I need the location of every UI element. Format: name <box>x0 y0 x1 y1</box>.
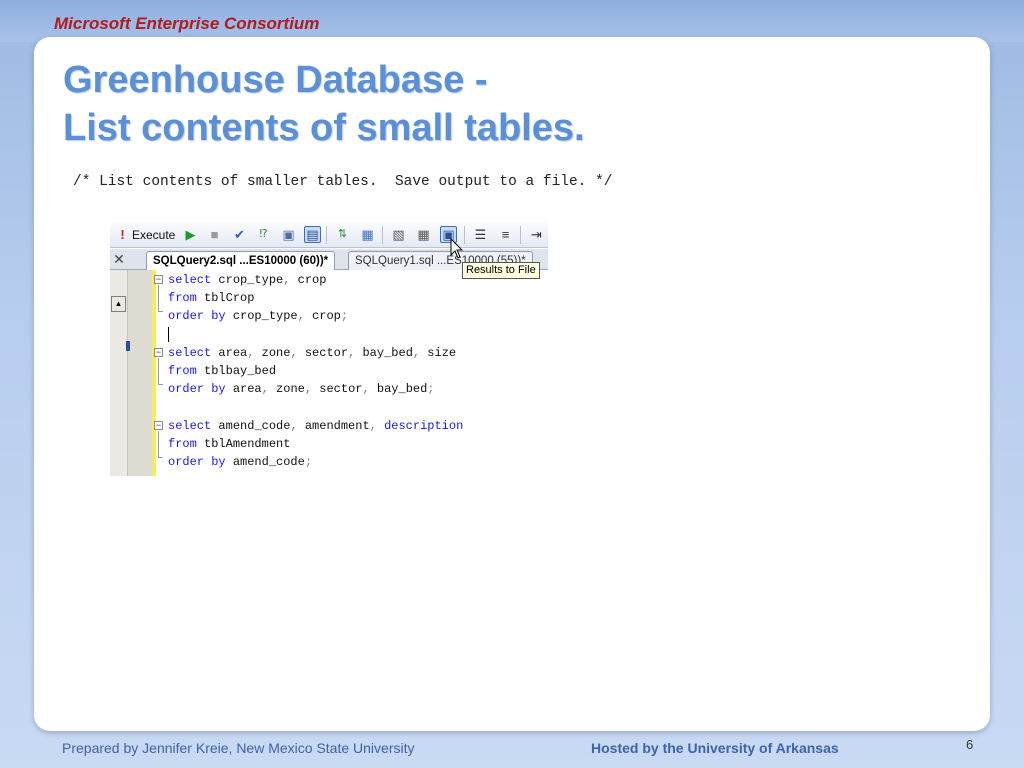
include-plan-icon[interactable]: ▤ <box>304 226 321 243</box>
indent-icon[interactable]: ⇥ <box>528 226 545 243</box>
sql-editor-screenshot: ! Execute ▶ ■ ✔ ⁉ ▣ ▤ ⇅ ▦ ▧ ▦ ▣ ☰ ≡ ⇥ SQ… <box>110 222 548 476</box>
code-line[interactable]: from tblbay_bed <box>168 362 276 380</box>
comment-icon[interactable]: ☰ <box>472 226 489 243</box>
panel-strip <box>128 270 152 476</box>
parse-check-icon[interactable]: ✔ <box>231 226 248 243</box>
footer-prepared-by: Prepared by Jennifer Kreie, New Mexico S… <box>62 740 415 756</box>
close-icon[interactable]: ✕ <box>112 249 126 269</box>
footer-hosted-by: Hosted by the University of Arkansas <box>591 740 839 756</box>
toolbar-separator <box>520 226 521 244</box>
toolbar-separator <box>464 226 465 244</box>
title-line-2: List contents of small tables. <box>63 107 585 149</box>
title-line-1: Greenhouse Database - <box>63 59 488 101</box>
code-line[interactable]: from tblCrop <box>168 289 254 307</box>
tab-sqlquery2[interactable]: SQLQuery2.sql ...ES10000 (60))* <box>146 251 336 270</box>
outline-line <box>158 311 163 312</box>
results-to-grid-icon[interactable]: ▦ <box>415 226 432 243</box>
outline-line <box>158 358 159 384</box>
code-line[interactable]: order by area, zone, sector, bay_bed; <box>168 380 435 398</box>
scroll-up-icon[interactable]: ▲ <box>111 296 126 312</box>
query-options-icon[interactable]: ⁉ <box>255 226 272 243</box>
query-toolbar: ! Execute ▶ ■ ✔ ⁉ ▣ ▤ ⇅ ▦ ▧ ▦ ▣ ☰ ≡ ⇥ <box>110 222 548 248</box>
code-line[interactable]: select amend_code, amendment, descriptio… <box>168 417 463 435</box>
outline-line <box>158 457 163 458</box>
code-line[interactable]: order by amend_code; <box>168 453 312 471</box>
query-editor[interactable]: − select crop_type, crop from tblCrop or… <box>154 270 548 476</box>
org-name: Microsoft Enterprise Consortium <box>54 14 320 33</box>
outline-line <box>158 285 159 311</box>
play-icon[interactable]: ▶ <box>182 226 199 243</box>
results-to-text-icon[interactable]: ▧ <box>390 226 407 243</box>
collapse-icon[interactable]: − <box>154 275 163 284</box>
execute-button[interactable]: Execute <box>132 226 175 244</box>
code-line[interactable]: select area, zone, sector, bay_bed, size <box>168 344 456 362</box>
tooltip: Results to File <box>462 262 540 279</box>
client-stats-icon[interactable]: ⇅ <box>334 226 351 243</box>
collapse-icon[interactable]: − <box>154 348 163 357</box>
code-line[interactable]: from tblAmendment <box>168 435 290 453</box>
text-caret <box>168 327 169 342</box>
stop-icon[interactable]: ■ <box>206 226 223 243</box>
display-plan-icon[interactable]: ▣ <box>280 226 297 243</box>
mouse-pointer-icon <box>450 238 464 259</box>
properties-icon[interactable]: ▦ <box>359 226 376 243</box>
collapse-icon[interactable]: − <box>154 421 163 430</box>
uncomment-icon[interactable]: ≡ <box>497 226 514 243</box>
toolbar-separator <box>326 226 327 244</box>
toolbar-separator <box>382 226 383 244</box>
execute-icon[interactable]: ! <box>114 226 131 243</box>
page-title: Greenhouse Database - List contents of s… <box>63 56 585 152</box>
outline-line <box>158 384 163 385</box>
panel-marker <box>126 341 130 351</box>
page-number: 6 <box>966 737 974 752</box>
code-line[interactable]: select crop_type, crop <box>168 271 326 289</box>
sql-comment: /* List contents of smaller tables. Save… <box>73 174 613 190</box>
code-line[interactable]: order by crop_type, crop; <box>168 307 348 325</box>
outline-line <box>158 431 159 457</box>
